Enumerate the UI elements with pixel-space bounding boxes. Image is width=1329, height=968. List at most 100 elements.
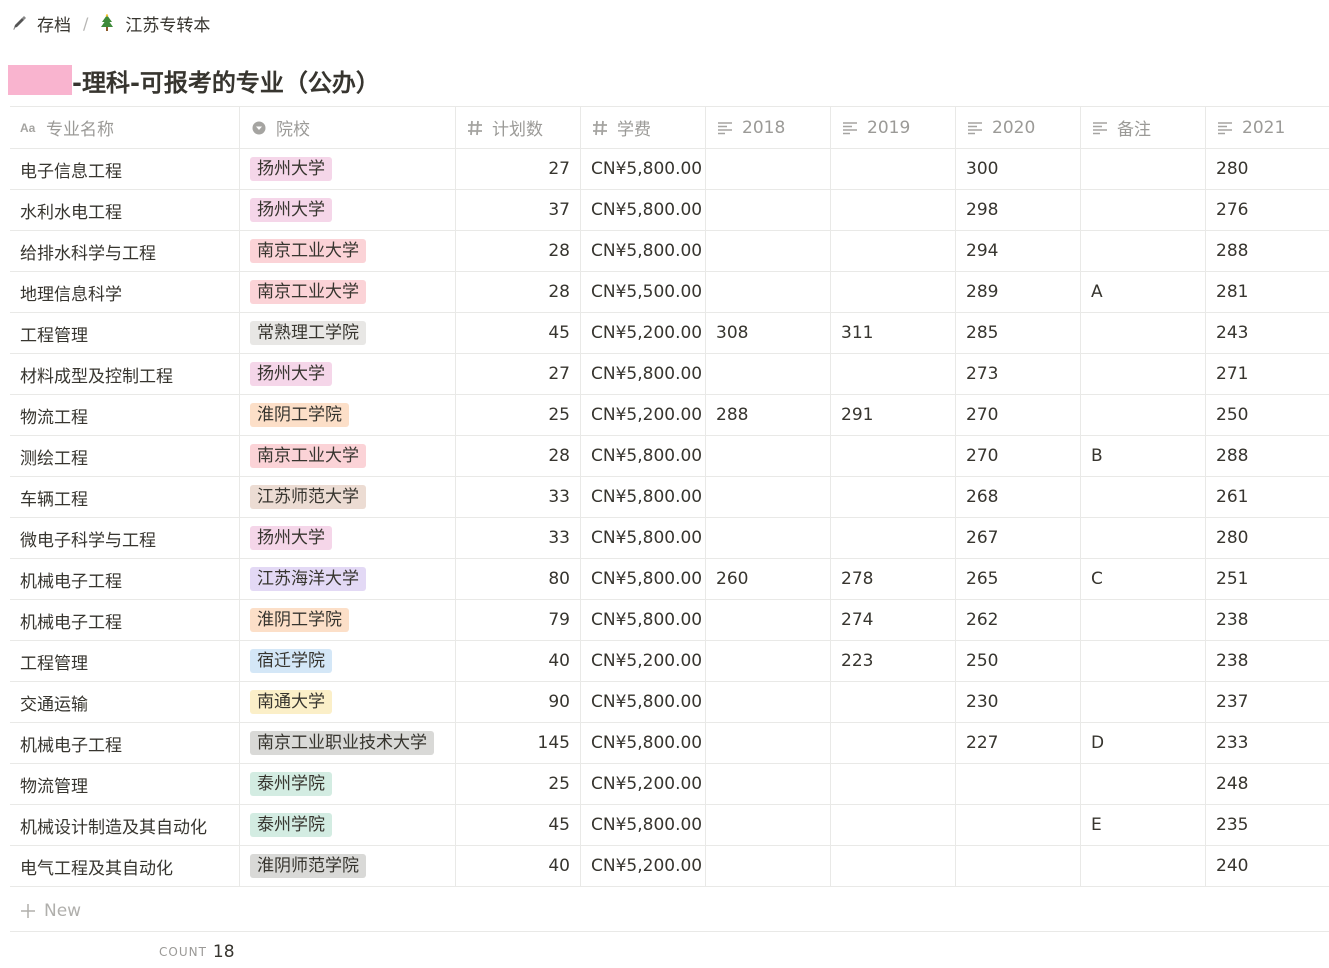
cell-note[interactable] <box>1081 231 1206 271</box>
cell-y2021[interactable]: 288 <box>1206 231 1329 271</box>
cell-fee[interactable]: CN¥5,200.00 <box>581 313 706 353</box>
table-row[interactable]: 材料成型及控制工程 扬州大学 27 CN¥5,800.00 273 271 <box>10 354 1329 395</box>
cell-y2021[interactable]: 250 <box>1206 395 1329 435</box>
cell-school[interactable]: 扬州大学 <box>240 190 456 230</box>
table-row[interactable]: 电气工程及其自动化 淮阴师范学院 40 CN¥5,200.00 240 <box>10 846 1329 887</box>
cell-name[interactable]: 电子信息工程 <box>10 149 240 189</box>
cell-school[interactable]: 泰州学院 <box>240 805 456 845</box>
cell-y2018[interactable] <box>706 477 831 517</box>
cell-y2019[interactable] <box>831 190 956 230</box>
cell-y2021[interactable]: 243 <box>1206 313 1329 353</box>
cell-name[interactable]: 机械设计制造及其自动化 <box>10 805 240 845</box>
cell-note[interactable]: B <box>1081 436 1206 476</box>
cell-school[interactable]: 南京工业大学 <box>240 272 456 312</box>
cell-y2019[interactable] <box>831 354 956 394</box>
cell-y2020[interactable] <box>956 764 1081 804</box>
cell-plan[interactable]: 33 <box>456 477 581 517</box>
cell-school[interactable]: 江苏海洋大学 <box>240 559 456 599</box>
cell-note[interactable] <box>1081 600 1206 640</box>
column-header-2021[interactable]: 2021 <box>1206 107 1329 148</box>
cell-y2019[interactable] <box>831 272 956 312</box>
cell-y2021[interactable]: 251 <box>1206 559 1329 599</box>
cell-y2020[interactable]: 262 <box>956 600 1081 640</box>
cell-fee[interactable]: CN¥5,800.00 <box>581 559 706 599</box>
cell-fee[interactable]: CN¥5,500.00 <box>581 272 706 312</box>
column-header-school[interactable]: 院校 <box>240 107 456 148</box>
cell-y2021[interactable]: 276 <box>1206 190 1329 230</box>
cell-y2018[interactable] <box>706 723 831 763</box>
cell-y2018[interactable] <box>706 272 831 312</box>
table-row[interactable]: 物流工程 淮阴工学院 25 CN¥5,200.00 288 291 270 250 <box>10 395 1329 436</box>
row-count[interactable]: COUNT 18 <box>159 942 235 962</box>
cell-y2018[interactable] <box>706 354 831 394</box>
cell-fee[interactable]: CN¥5,800.00 <box>581 354 706 394</box>
cell-fee[interactable]: CN¥5,800.00 <box>581 477 706 517</box>
cell-name[interactable]: 工程管理 <box>10 641 240 681</box>
cell-y2020[interactable]: 230 <box>956 682 1081 722</box>
cell-y2018[interactable] <box>706 600 831 640</box>
page-title[interactable]: -理科-可报考的专业（公办） <box>8 64 380 97</box>
cell-y2020[interactable]: 294 <box>956 231 1081 271</box>
cell-school[interactable]: 淮阴师范学院 <box>240 846 456 886</box>
cell-y2019[interactable] <box>831 477 956 517</box>
cell-plan[interactable]: 45 <box>456 313 581 353</box>
cell-name[interactable]: 测绘工程 <box>10 436 240 476</box>
cell-name[interactable]: 电气工程及其自动化 <box>10 846 240 886</box>
cell-plan[interactable]: 40 <box>456 641 581 681</box>
cell-plan[interactable]: 28 <box>456 436 581 476</box>
table-row[interactable]: 微电子科学与工程 扬州大学 33 CN¥5,800.00 267 280 <box>10 518 1329 559</box>
cell-y2018[interactable] <box>706 682 831 722</box>
cell-y2020[interactable]: 227 <box>956 723 1081 763</box>
table-row[interactable]: 测绘工程 南京工业大学 28 CN¥5,800.00 270 B 288 <box>10 436 1329 477</box>
column-header-note[interactable]: 备注 <box>1081 107 1206 148</box>
cell-name[interactable]: 给排水科学与工程 <box>10 231 240 271</box>
cell-fee[interactable]: CN¥5,200.00 <box>581 846 706 886</box>
table-row[interactable]: 工程管理 宿迁学院 40 CN¥5,200.00 223 250 238 <box>10 641 1329 682</box>
cell-plan[interactable]: 79 <box>456 600 581 640</box>
cell-y2021[interactable]: 235 <box>1206 805 1329 845</box>
cell-y2019[interactable]: 291 <box>831 395 956 435</box>
cell-y2021[interactable]: 233 <box>1206 723 1329 763</box>
cell-fee[interactable]: CN¥5,800.00 <box>581 723 706 763</box>
cell-y2018[interactable] <box>706 805 831 845</box>
cell-y2018[interactable] <box>706 641 831 681</box>
breadcrumb-item-archive[interactable]: 存档 <box>10 11 71 36</box>
cell-fee[interactable]: CN¥5,200.00 <box>581 395 706 435</box>
column-header-name[interactable]: Aa 专业名称 <box>10 107 240 148</box>
cell-plan[interactable]: 40 <box>456 846 581 886</box>
cell-plan[interactable]: 45 <box>456 805 581 845</box>
cell-y2019[interactable] <box>831 436 956 476</box>
cell-note[interactable] <box>1081 313 1206 353</box>
cell-plan[interactable]: 27 <box>456 354 581 394</box>
cell-name[interactable]: 机械电子工程 <box>10 559 240 599</box>
cell-school[interactable]: 南京工业职业技术大学 <box>240 723 456 763</box>
cell-fee[interactable]: CN¥5,800.00 <box>581 805 706 845</box>
new-row-button[interactable]: New <box>10 891 1329 932</box>
cell-name[interactable]: 地理信息科学 <box>10 272 240 312</box>
cell-school[interactable]: 淮阴工学院 <box>240 395 456 435</box>
cell-note[interactable] <box>1081 764 1206 804</box>
cell-y2019[interactable] <box>831 149 956 189</box>
cell-y2021[interactable]: 240 <box>1206 846 1329 886</box>
cell-y2018[interactable] <box>706 846 831 886</box>
cell-fee[interactable]: CN¥5,800.00 <box>581 436 706 476</box>
table-row[interactable]: 机械电子工程 南京工业职业技术大学 145 CN¥5,800.00 227 D 233 <box>10 723 1329 764</box>
cell-name[interactable]: 材料成型及控制工程 <box>10 354 240 394</box>
breadcrumb-item-jiangsu[interactable]: 江苏专转本 <box>98 11 210 36</box>
cell-note[interactable] <box>1081 395 1206 435</box>
cell-y2021[interactable]: 288 <box>1206 436 1329 476</box>
table-row[interactable]: 水利水电工程 扬州大学 37 CN¥5,800.00 298 276 <box>10 190 1329 231</box>
table-row[interactable]: 工程管理 常熟理工学院 45 CN¥5,200.00 308 311 285 243 <box>10 313 1329 354</box>
cell-name[interactable]: 机械电子工程 <box>10 723 240 763</box>
cell-school[interactable]: 宿迁学院 <box>240 641 456 681</box>
table-row[interactable]: 物流管理 泰州学院 25 CN¥5,200.00 248 <box>10 764 1329 805</box>
cell-y2020[interactable]: 300 <box>956 149 1081 189</box>
cell-plan[interactable]: 27 <box>456 149 581 189</box>
cell-school[interactable]: 南通大学 <box>240 682 456 722</box>
cell-y2020[interactable]: 250 <box>956 641 1081 681</box>
cell-note[interactable] <box>1081 641 1206 681</box>
cell-fee[interactable]: CN¥5,800.00 <box>581 600 706 640</box>
table-row[interactable]: 机械电子工程 淮阴工学院 79 CN¥5,800.00 274 262 238 <box>10 600 1329 641</box>
table-row[interactable]: 给排水科学与工程 南京工业大学 28 CN¥5,800.00 294 288 <box>10 231 1329 272</box>
cell-note[interactable]: E <box>1081 805 1206 845</box>
